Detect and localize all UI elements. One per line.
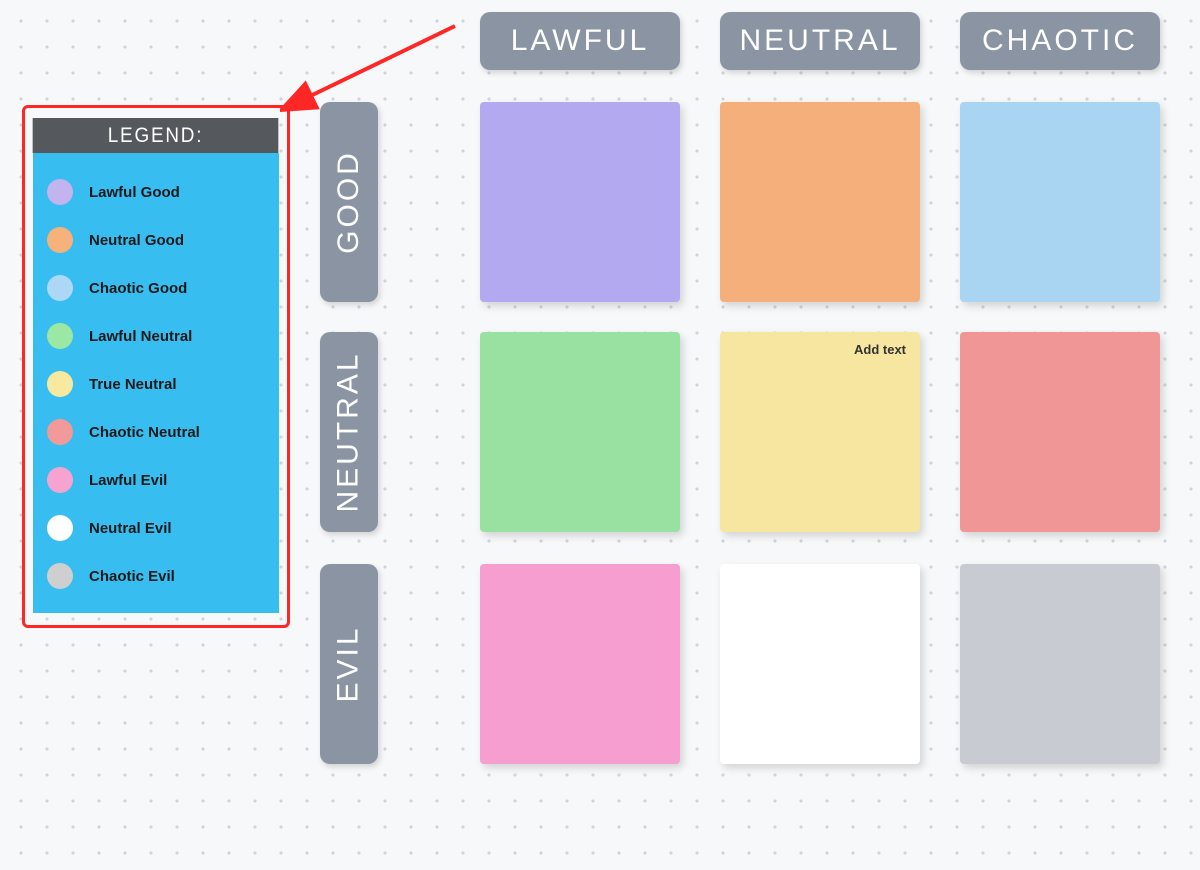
col-header-lawful[interactable]: LAWFUL (480, 12, 680, 70)
legend-swatch (47, 371, 73, 397)
legend-swatch (47, 515, 73, 541)
row-header-evil[interactable]: EVIL (320, 564, 378, 764)
legend-label: Lawful Evil (89, 472, 167, 489)
legend-item: Chaotic Good (47, 275, 269, 301)
legend-label: Neutral Evil (89, 520, 172, 537)
row-header-good[interactable]: GOOD (320, 102, 378, 302)
legend-item: Lawful Good (47, 179, 269, 205)
alignment-cell[interactable] (480, 564, 680, 764)
legend-label: True Neutral (89, 376, 177, 393)
legend-item: Neutral Good (47, 227, 269, 253)
col-header-label: CHAOTIC (982, 24, 1138, 58)
alignment-cell[interactable] (480, 332, 680, 532)
legend-swatch (47, 419, 73, 445)
legend-label: Neutral Good (89, 232, 184, 249)
legend-label: Chaotic Evil (89, 568, 175, 585)
alignment-cell[interactable] (960, 564, 1160, 764)
callout-arrow (280, 18, 470, 113)
legend-item: Lawful Evil (47, 467, 269, 493)
legend-label: Lawful Neutral (89, 328, 192, 345)
legend-title: LEGEND: (33, 118, 279, 153)
legend-swatch (47, 179, 73, 205)
legend-label: Chaotic Neutral (89, 424, 200, 441)
legend-swatch (47, 227, 73, 253)
legend-body: Lawful Good Neutral Good Chaotic Good Lawfu… (33, 153, 279, 613)
add-text-prompt[interactable]: Add text (854, 342, 906, 357)
alignment-cell[interactable] (720, 102, 920, 302)
alignment-cell[interactable] (480, 102, 680, 302)
alignment-cell[interactable]: Add text (720, 332, 920, 532)
alignment-cell[interactable] (960, 332, 1160, 532)
col-header-neutral[interactable]: NEUTRAL (720, 12, 920, 70)
legend-swatch (47, 563, 73, 589)
legend-swatch (47, 467, 73, 493)
col-header-label: LAWFUL (511, 24, 650, 58)
col-header-label: NEUTRAL (739, 24, 900, 58)
legend-label: Chaotic Good (89, 280, 187, 297)
legend-item: Chaotic Evil (47, 563, 269, 589)
alignment-cell[interactable] (960, 102, 1160, 302)
row-header-neutral[interactable]: NEUTRAL (320, 332, 378, 532)
row-header-label: EVIL (332, 625, 366, 702)
col-header-chaotic[interactable]: CHAOTIC (960, 12, 1160, 70)
legend-swatch (47, 323, 73, 349)
row-header-label: NEUTRAL (332, 351, 366, 512)
alignment-cell[interactable] (720, 564, 920, 764)
legend-item: Chaotic Neutral (47, 419, 269, 445)
legend-label: Lawful Good (89, 184, 180, 201)
legend-item: Lawful Neutral (47, 323, 269, 349)
legend-item: Neutral Evil (47, 515, 269, 541)
legend-item: True Neutral (47, 371, 269, 397)
legend-swatch (47, 275, 73, 301)
row-header-label: GOOD (332, 150, 366, 254)
legend-panel: LEGEND: Lawful Good Neutral Good Chaotic G… (22, 105, 290, 628)
